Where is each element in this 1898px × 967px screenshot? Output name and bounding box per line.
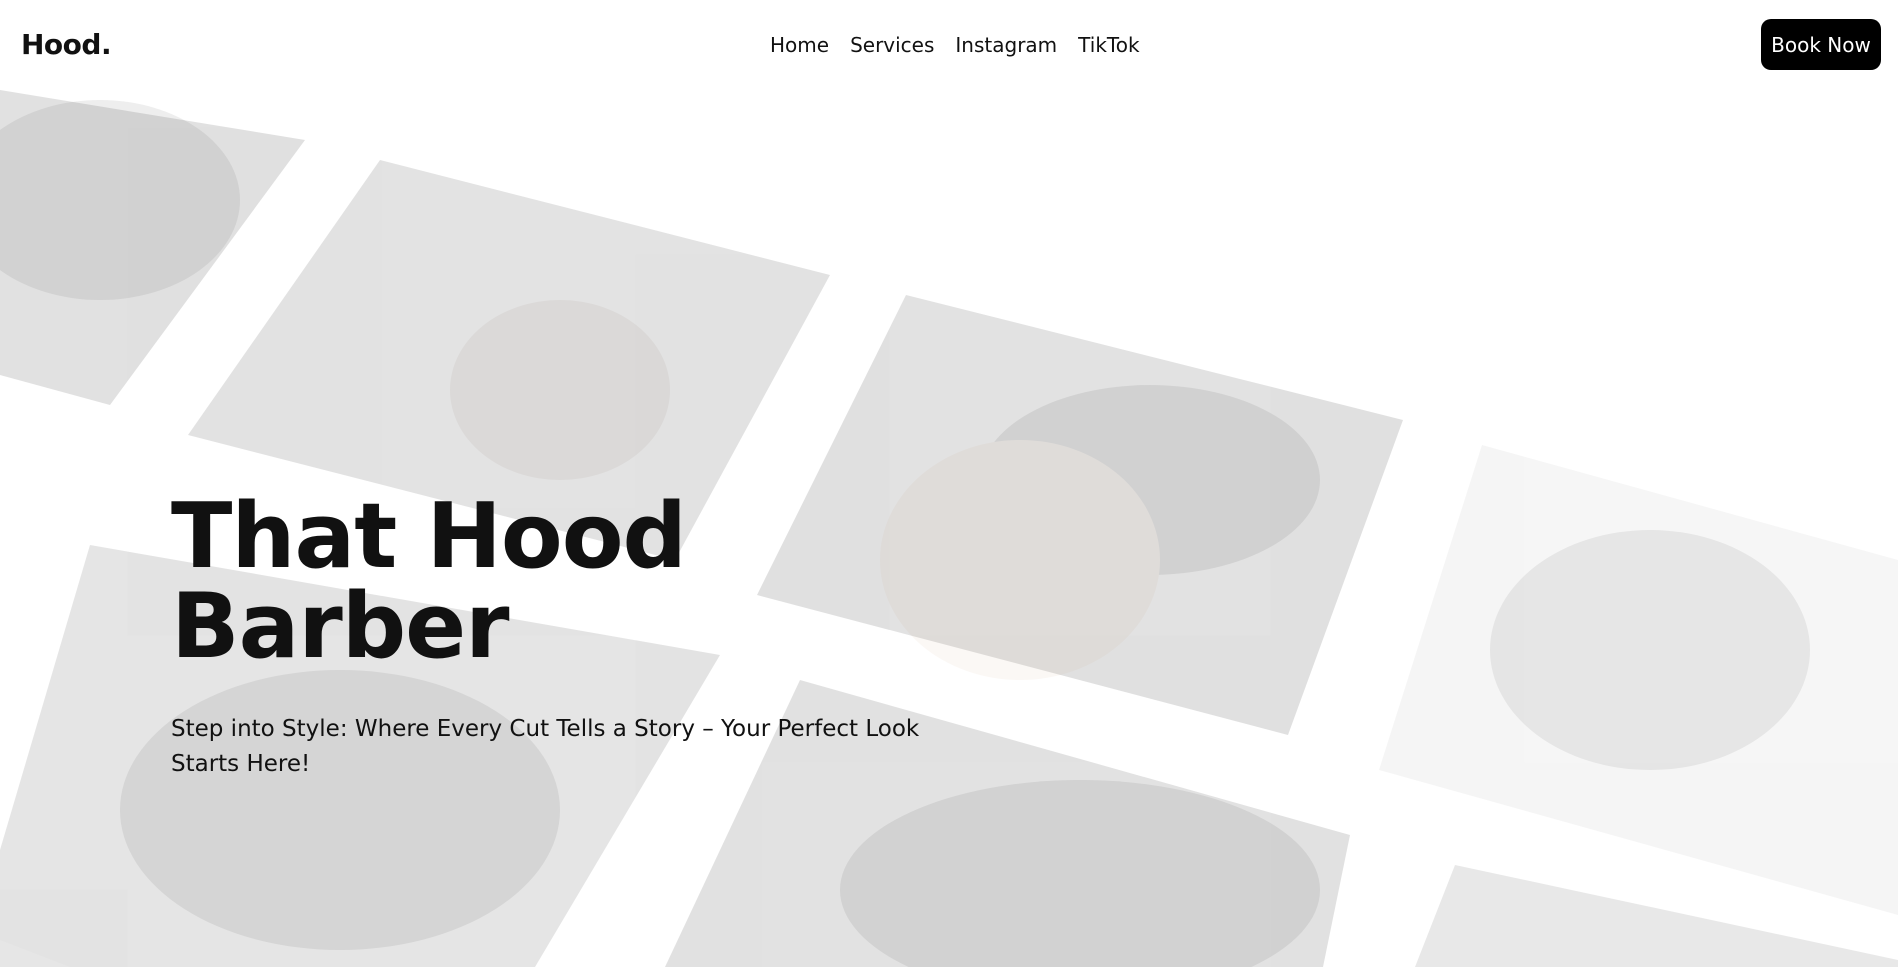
book-now-button[interactable]: Book Now [1761,19,1881,70]
nav-instagram[interactable]: Instagram [955,33,1057,57]
site-header: Hood. Home Services Instagram TikTok Boo… [0,0,1898,90]
hero: That Hood Barber [171,492,791,672]
site-logo[interactable]: Hood. [21,28,112,61]
nav-services[interactable]: Services [850,33,934,57]
hero-subtitle: Step into Style: Where Every Cut Tells a… [171,716,920,777]
main-nav: Home Services Instagram TikTok [770,33,1140,57]
nav-tiktok[interactable]: TikTok [1078,33,1139,57]
hero-title: That Hood Barber [171,484,687,679]
nav-home[interactable]: Home [770,33,829,57]
